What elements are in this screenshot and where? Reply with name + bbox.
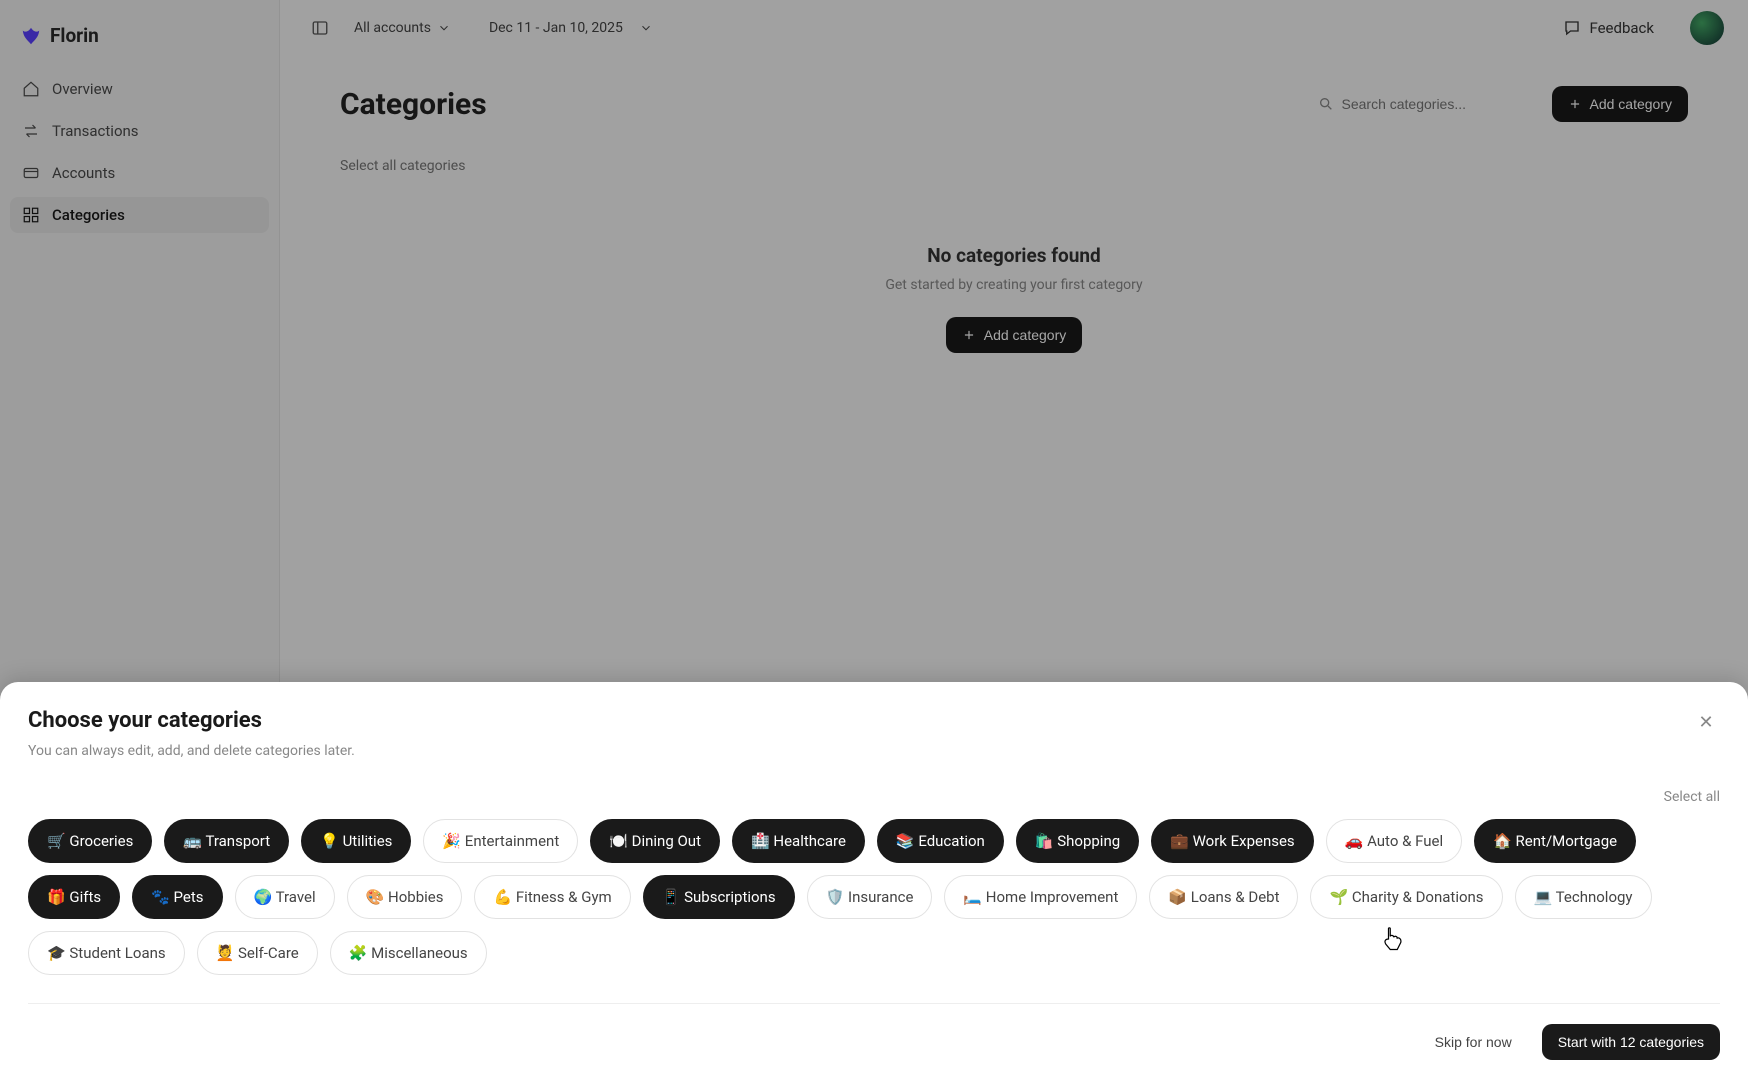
category-chip[interactable]: 🌱 Charity & Donations: [1310, 875, 1502, 919]
category-chip[interactable]: 🛡️ Insurance: [807, 875, 933, 919]
category-chip[interactable]: 🎓 Student Loans: [28, 931, 185, 975]
category-chip[interactable]: 🎉 Entertainment: [423, 819, 578, 863]
category-chip[interactable]: 🌍 Travel: [235, 875, 335, 919]
category-chip[interactable]: 🛏️ Home Improvement: [944, 875, 1137, 919]
skip-label: Skip for now: [1435, 1034, 1512, 1050]
category-chip[interactable]: 📦 Loans & Debt: [1149, 875, 1298, 919]
start-label: Start with 12 categories: [1558, 1034, 1704, 1050]
category-chip[interactable]: 🐾 Pets: [132, 875, 222, 919]
sheet-header: Choose your categories You can always ed…: [28, 708, 1720, 759]
sheet-select-all[interactable]: Select all: [28, 789, 1720, 805]
category-chip[interactable]: 🍽️ Dining Out: [590, 819, 720, 863]
category-chip[interactable]: 🚗 Auto & Fuel: [1326, 819, 1462, 863]
category-chip[interactable]: 🛍️ Shopping: [1016, 819, 1139, 863]
category-chip[interactable]: 💡 Utilities: [301, 819, 411, 863]
category-chip[interactable]: 🛒 Groceries: [28, 819, 152, 863]
start-button[interactable]: Start with 12 categories: [1542, 1024, 1720, 1060]
category-chip[interactable]: 🏠 Rent/Mortgage: [1474, 819, 1636, 863]
sheet-footer: Skip for now Start with 12 categories: [28, 1003, 1720, 1060]
category-chip[interactable]: 🚌 Transport: [164, 819, 289, 863]
category-sheet: Choose your categories You can always ed…: [0, 682, 1748, 1080]
close-icon: ✕: [1698, 712, 1713, 733]
category-chip[interactable]: 💪 Fitness & Gym: [474, 875, 630, 919]
category-chip[interactable]: 🎨 Hobbies: [347, 875, 463, 919]
sheet-select-all-label: Select all: [1664, 789, 1720, 805]
category-chip[interactable]: 📚 Education: [877, 819, 1004, 863]
category-chip[interactable]: 💼 Work Expenses: [1151, 819, 1314, 863]
sheet-subtitle: You can always edit, add, and delete cat…: [28, 743, 355, 759]
category-chip[interactable]: 🏥 Healthcare: [732, 819, 865, 863]
close-button[interactable]: ✕: [1692, 708, 1720, 736]
category-chip[interactable]: 🧩 Miscellaneous: [330, 931, 487, 975]
category-chip[interactable]: 💻 Technology: [1515, 875, 1652, 919]
category-chip[interactable]: 📱 Subscriptions: [643, 875, 795, 919]
skip-button[interactable]: Skip for now: [1419, 1024, 1528, 1060]
category-chips: 🛒 Groceries 🚌 Transport 💡 Utilities 🎉 Enter…: [28, 819, 1720, 975]
category-chip[interactable]: 💆 Self-Care: [197, 931, 318, 975]
sheet-title: Choose your categories: [28, 708, 355, 733]
category-chip[interactable]: 🎁 Gifts: [28, 875, 120, 919]
